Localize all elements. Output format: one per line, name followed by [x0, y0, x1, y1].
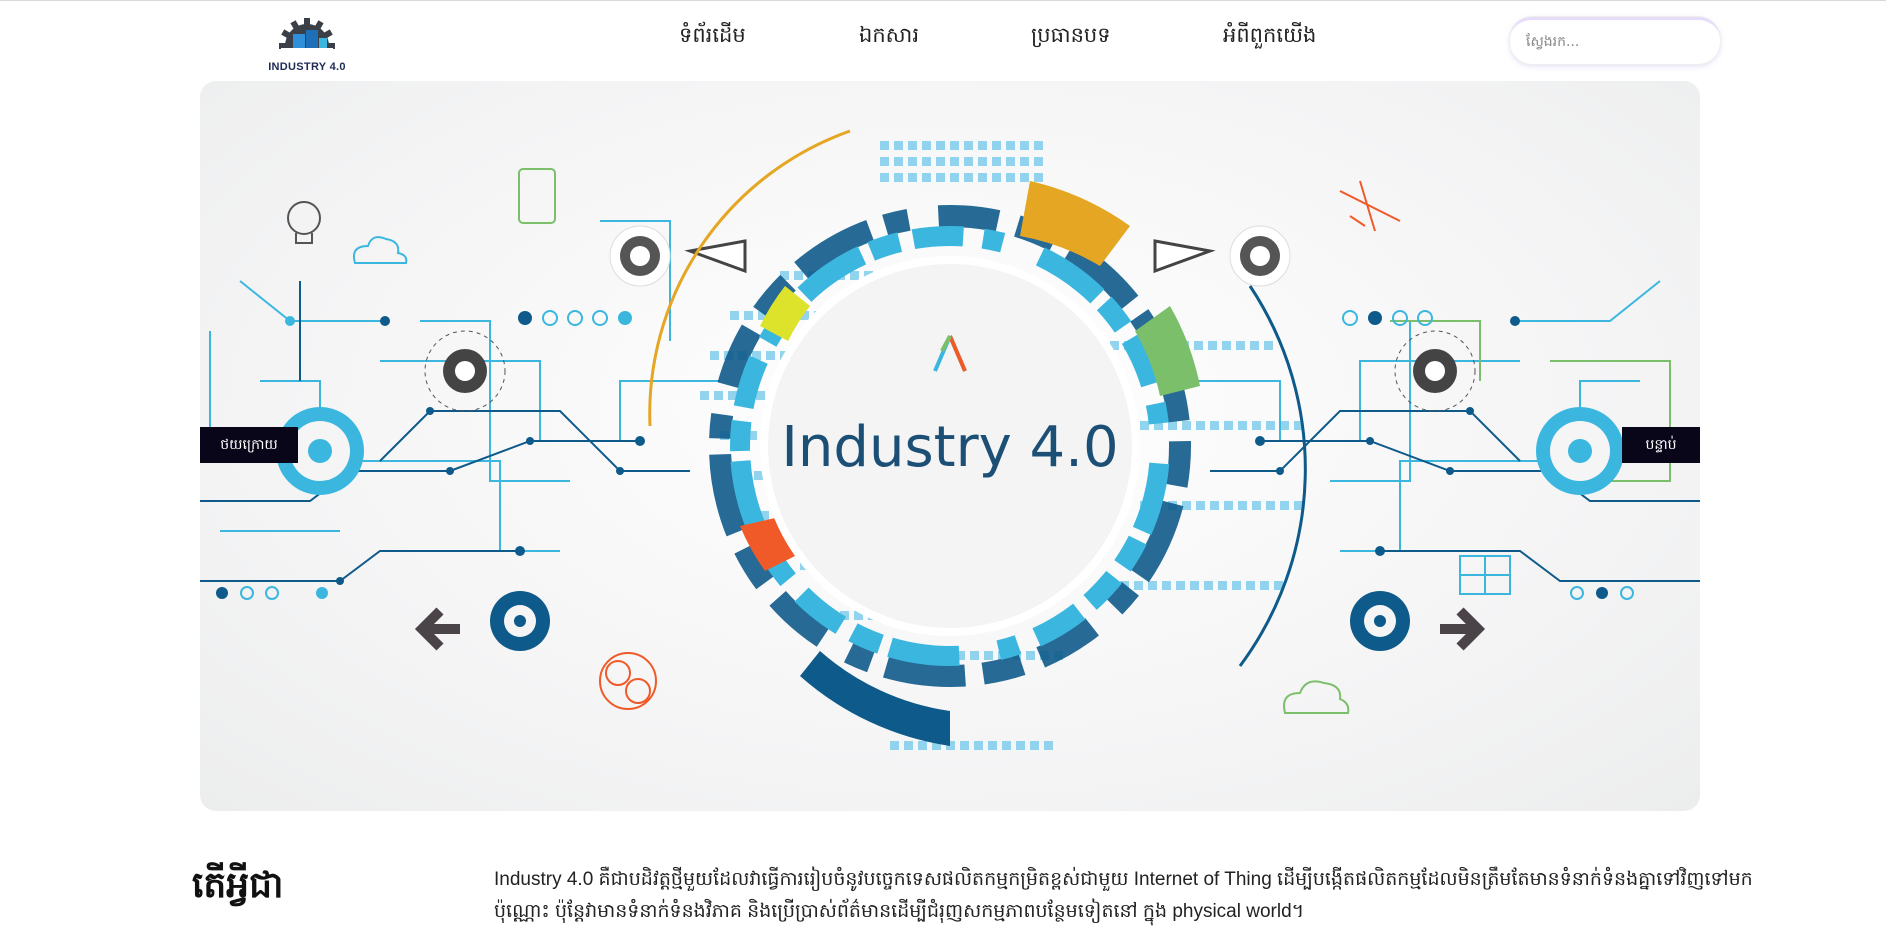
gear-icon: [1350, 591, 1410, 651]
arrow-left-icon: [414, 607, 460, 651]
gear-icon: [609, 225, 671, 287]
gear-icon: [490, 591, 550, 651]
arrow-outline-right-icon: [1153, 239, 1216, 274]
nav-topics[interactable]: ប្រធានបទ: [1031, 22, 1111, 53]
hero-carousel: Industry 4.0 ថយក្រោយ បន្ទាប់: [200, 81, 1700, 811]
search-input[interactable]: [1524, 28, 1708, 56]
phone-icon: [518, 168, 556, 224]
lightbulb-icon: [287, 201, 321, 244]
top-border: [0, 0, 1886, 1]
carousel-prev-button[interactable]: ថយក្រោយ: [200, 427, 298, 463]
nav-documents[interactable]: ឯកសារ: [859, 22, 919, 53]
circuit-icon: [1459, 555, 1511, 595]
section-heading: តើអ្វីជា: [192, 865, 284, 906]
gear-icon: [1229, 225, 1291, 287]
network-icon: [599, 652, 657, 710]
cloud-icon: [1283, 680, 1350, 714]
gear-icon: [1394, 330, 1476, 412]
arrow-right-icon: [1440, 607, 1486, 651]
nav-about-us[interactable]: អំពីពួកយើង: [1223, 22, 1316, 53]
gear-icon: [424, 330, 506, 412]
cloud-icon: [352, 236, 408, 264]
nav-home[interactable]: ទំព័រដើម: [679, 22, 746, 53]
arrow-outline-left-icon: [684, 239, 747, 274]
industry-illustration: Industry 4.0: [200, 129, 1700, 750]
banner-title: Industry 4.0: [781, 415, 1118, 480]
section-body-text: Industry 4.0 គឺជាបដិវត្តថ្មីមួយដែលវាធ្វើ…: [494, 869, 1753, 922]
carousel-next-button[interactable]: បន្ទាប់: [1622, 427, 1700, 463]
search-box: [1510, 17, 1720, 64]
airplane-icon: [1339, 180, 1401, 232]
gear-logo-icon: [279, 18, 335, 60]
logo[interactable]: INDUSTRY 4.0: [262, 16, 352, 74]
logo-text: INDUSTRY 4.0: [268, 61, 346, 73]
gear-icon: [1536, 407, 1624, 495]
